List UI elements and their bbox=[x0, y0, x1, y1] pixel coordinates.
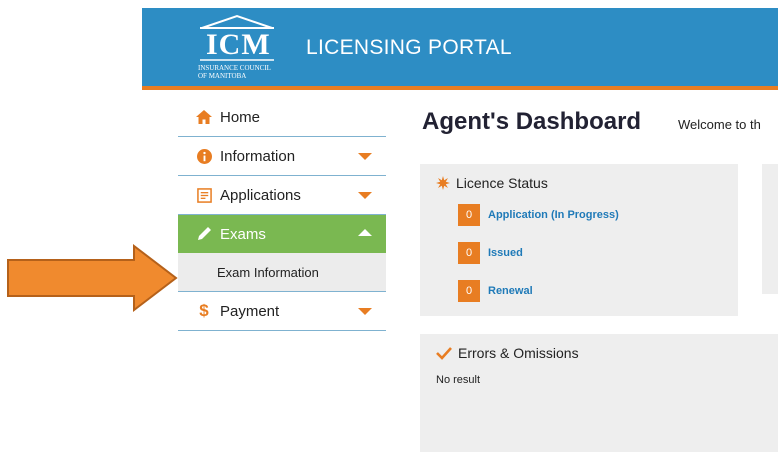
sidebar-item-applications[interactable]: Applications bbox=[178, 176, 386, 215]
count-badge: 0 bbox=[458, 280, 480, 302]
sidebar-nav: Home Information Applications Exams Exam… bbox=[178, 98, 386, 331]
applications-icon bbox=[194, 187, 214, 203]
portal-title: LICENSING PORTAL bbox=[306, 36, 512, 59]
info-icon bbox=[194, 148, 214, 164]
sidebar-item-payment[interactable]: $ Payment bbox=[178, 292, 386, 331]
icm-logo[interactable]: ICM Insurance Council of Manitoba bbox=[192, 14, 282, 84]
checkmark-icon bbox=[436, 346, 452, 360]
dollar-icon: $ bbox=[199, 301, 209, 320]
licence-status-title: Licence Status bbox=[436, 175, 548, 191]
errors-omissions-panel: Errors & Omissions No result bbox=[420, 334, 778, 452]
no-result-text: No result bbox=[436, 374, 481, 386]
sidebar-item-label: Payment bbox=[220, 302, 280, 320]
arrow-annotation-icon bbox=[7, 244, 178, 312]
home-icon bbox=[194, 110, 214, 124]
status-row[interactable]: 0 Application (In Progress) bbox=[458, 204, 619, 226]
starburst-icon bbox=[436, 176, 450, 190]
chevron-down-icon[interactable] bbox=[358, 153, 372, 160]
count-badge: 0 bbox=[458, 204, 480, 226]
status-link[interactable]: Issued bbox=[488, 247, 523, 259]
sidebar-subitem-label: Exam Information bbox=[217, 264, 319, 280]
chevron-up-icon[interactable] bbox=[358, 229, 372, 236]
sidebar-item-label: Exams bbox=[220, 225, 266, 243]
sidebar-item-label: Applications bbox=[220, 186, 301, 204]
sidebar-item-label: Information bbox=[220, 147, 296, 165]
status-link[interactable]: Application (In Progress) bbox=[488, 209, 619, 221]
status-row[interactable]: 0 Issued bbox=[458, 242, 523, 264]
logo-subtext: Insurance Council of Manitoba bbox=[198, 64, 271, 80]
status-link[interactable]: Renewal bbox=[488, 285, 533, 297]
logo-text: ICM bbox=[206, 28, 271, 61]
sidebar-item-information[interactable]: Information bbox=[178, 137, 386, 176]
welcome-text: Welcome to th bbox=[678, 117, 761, 132]
pencil-icon bbox=[194, 226, 214, 242]
header-accent-bar bbox=[142, 86, 778, 90]
sidebar-item-home[interactable]: Home bbox=[178, 98, 386, 137]
sidebar-item-label: Home bbox=[220, 108, 261, 126]
chevron-down-icon[interactable] bbox=[358, 192, 372, 199]
sidebar-item-exams[interactable]: Exams bbox=[178, 215, 386, 253]
count-badge: 0 bbox=[458, 242, 480, 264]
sidebar-subitem-exam-information[interactable]: Exam Information bbox=[178, 253, 386, 292]
errors-omissions-title: Errors & Omissions bbox=[436, 345, 579, 361]
status-row[interactable]: 0 Renewal bbox=[458, 280, 533, 302]
page-title: Agent's Dashboard bbox=[422, 108, 642, 135]
header: ICM Insurance Council of Manitoba LICENS… bbox=[142, 8, 778, 88]
chevron-down-icon[interactable] bbox=[358, 308, 372, 315]
licence-status-panel: Licence Status 0 Application (In Progres… bbox=[420, 164, 738, 316]
side-panel bbox=[762, 164, 778, 294]
